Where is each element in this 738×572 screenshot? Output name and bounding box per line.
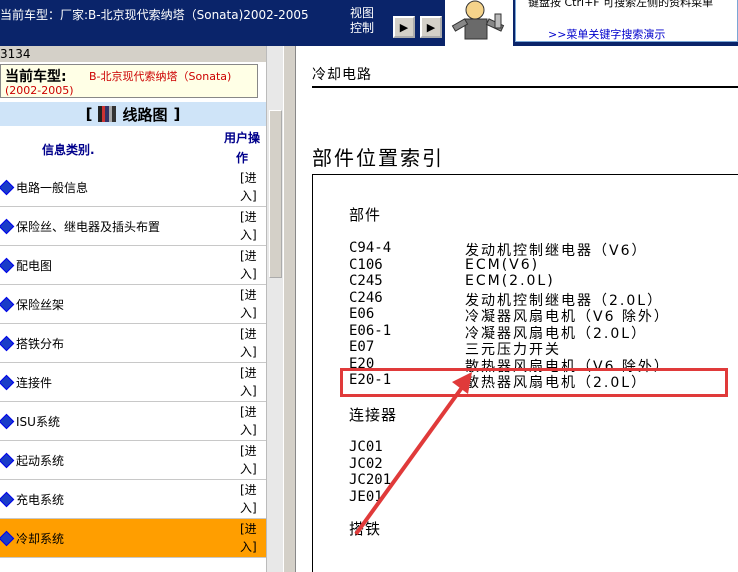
category-column-header: 信息类别. xyxy=(42,143,95,157)
category-row[interactable]: 搭铁分布 [进入] xyxy=(0,324,266,363)
connector-code: JC01 xyxy=(349,439,383,455)
connector-code: JE01 xyxy=(349,488,383,505)
search-hint-text: 键盘按 Ctrl+F 可搜索左侧的资料菜单 xyxy=(528,0,714,9)
enter-link[interactable]: [进入] xyxy=(240,403,264,439)
category-name[interactable]: 保险丝架 xyxy=(16,296,64,313)
left-menu-pane: 3134 当前车型: B-北京现代索纳塔（Sonata) (2002-2005)… xyxy=(0,46,283,572)
wiring-diagram-title: 线路图 xyxy=(122,105,168,124)
part-description: ECM(2.0L) xyxy=(465,273,555,289)
operation-column-header: 用户操作 xyxy=(223,131,260,165)
enter-link[interactable]: [进入] xyxy=(240,364,264,400)
enter-link[interactable]: [进入] xyxy=(240,286,264,322)
play-icon: ▶ xyxy=(426,20,436,34)
diamond-icon xyxy=(0,413,15,430)
category-row[interactable]: 电路一般信息 [进入] xyxy=(0,168,266,207)
category-name[interactable]: 起动系统 xyxy=(16,452,64,469)
category-name[interactable]: ISU系统 xyxy=(16,413,60,430)
model-years: (2002-2005) xyxy=(5,84,74,97)
category-name[interactable]: 电路一般信息 xyxy=(16,179,88,196)
connectors-heading: 连接器 xyxy=(349,406,398,424)
part-code: C245 xyxy=(349,273,383,289)
scrollbar-thumb[interactable] xyxy=(269,110,282,278)
connector-code: JC201 xyxy=(349,472,392,488)
search-demo-link[interactable]: >>菜单关键字搜索演示 xyxy=(548,26,665,42)
document-pane: 冷却电路 部件位置索引 部件 C94-4 发动机控制继电器（V6） C106 ECM(… xyxy=(296,46,738,572)
enter-link[interactable]: [进入] xyxy=(240,520,264,556)
diamond-icon xyxy=(0,179,15,196)
search-hint-box: 键盘按 Ctrl+F 可搜索左侧的资料菜单 >>菜单关键字搜索演示 xyxy=(515,0,738,42)
diamond-icon xyxy=(0,530,15,547)
diamond-icon xyxy=(0,335,15,352)
left-scrollbar[interactable] xyxy=(266,46,283,572)
play-icon: ▶ xyxy=(399,20,409,34)
part-code: E06-1 xyxy=(349,322,392,339)
bracket-left: [ xyxy=(85,105,93,123)
category-row[interactable]: 充电系统 [进入] xyxy=(0,480,266,519)
current-model-box: 当前车型: B-北京现代索纳塔（Sonata) (2002-2005) xyxy=(0,64,258,98)
ground-heading: 搭铁 xyxy=(349,520,382,538)
model-value: B-北京现代索纳塔（Sonata) xyxy=(89,70,232,83)
part-code: C106 xyxy=(349,256,383,273)
diamond-icon xyxy=(0,374,15,391)
category-name[interactable]: 冷却系统 xyxy=(16,530,64,547)
page-title: 部件位置索引 xyxy=(312,146,444,170)
current-model-title: 当前车型：厂家:B-北京现代索纳塔（Sonata)2002-2005 xyxy=(0,8,309,22)
prev-page-button[interactable]: ▶ xyxy=(393,16,415,38)
part-code: C246 xyxy=(349,289,383,306)
enter-link[interactable]: [进入] xyxy=(240,169,264,205)
category-row[interactable]: 冷却系统 [进入] xyxy=(0,519,266,558)
category-name[interactable]: 保险丝、继电器及插头布置 xyxy=(16,218,160,235)
model-label: 当前车型: xyxy=(5,69,67,85)
bracket-right: ] xyxy=(173,105,181,123)
category-row[interactable]: 起动系统 [进入] xyxy=(0,441,266,480)
category-name[interactable]: 连接件 xyxy=(16,374,52,391)
part-code: E06 xyxy=(349,306,375,322)
section-title: 冷却电路 xyxy=(312,67,372,83)
category-row[interactable]: ISU系统 [进入] xyxy=(0,402,266,441)
next-page-button[interactable]: ▶ xyxy=(420,16,442,38)
mascot-icon xyxy=(445,0,513,46)
highlight-box xyxy=(340,368,728,397)
title-bar: 当前车型：厂家:B-北京现代索纳塔（Sonata)2002-2005 视图控制 … xyxy=(0,0,738,46)
part-description: ECM(V6) xyxy=(465,256,540,273)
enter-link[interactable]: [进入] xyxy=(240,247,264,283)
connector-code: JC02 xyxy=(349,455,383,472)
diamond-icon xyxy=(0,257,15,274)
enter-link[interactable]: [进入] xyxy=(240,442,264,478)
record-counter: 3134 xyxy=(0,46,266,62)
category-row[interactable]: 保险丝、继电器及插头布置 [进入] xyxy=(0,207,266,246)
category-name[interactable]: 配电图 xyxy=(16,257,52,274)
divider xyxy=(312,86,738,88)
category-row[interactable]: 连接件 [进入] xyxy=(0,363,266,402)
part-code: C94-4 xyxy=(349,240,392,256)
diamond-icon xyxy=(0,491,15,508)
enter-link[interactable]: [进入] xyxy=(240,481,264,517)
wiring-diagram-header: [ 线路图 ] xyxy=(0,102,266,126)
diamond-icon xyxy=(0,452,15,469)
category-name[interactable]: 充电系统 xyxy=(16,491,64,508)
category-row[interactable]: 保险丝架 [进入] xyxy=(0,285,266,324)
enter-link[interactable]: [进入] xyxy=(240,325,264,361)
category-row[interactable]: 配电图 [进入] xyxy=(0,246,266,285)
books-icon xyxy=(98,106,117,122)
view-control-label: 视图控制 xyxy=(350,6,375,35)
diamond-icon xyxy=(0,218,15,235)
pane-splitter[interactable] xyxy=(283,46,296,572)
parts-heading: 部件 xyxy=(349,206,382,224)
enter-link[interactable]: [进入] xyxy=(240,208,264,244)
part-code: E07 xyxy=(349,339,375,355)
diamond-icon xyxy=(0,296,15,313)
category-name[interactable]: 搭铁分布 xyxy=(16,335,64,352)
